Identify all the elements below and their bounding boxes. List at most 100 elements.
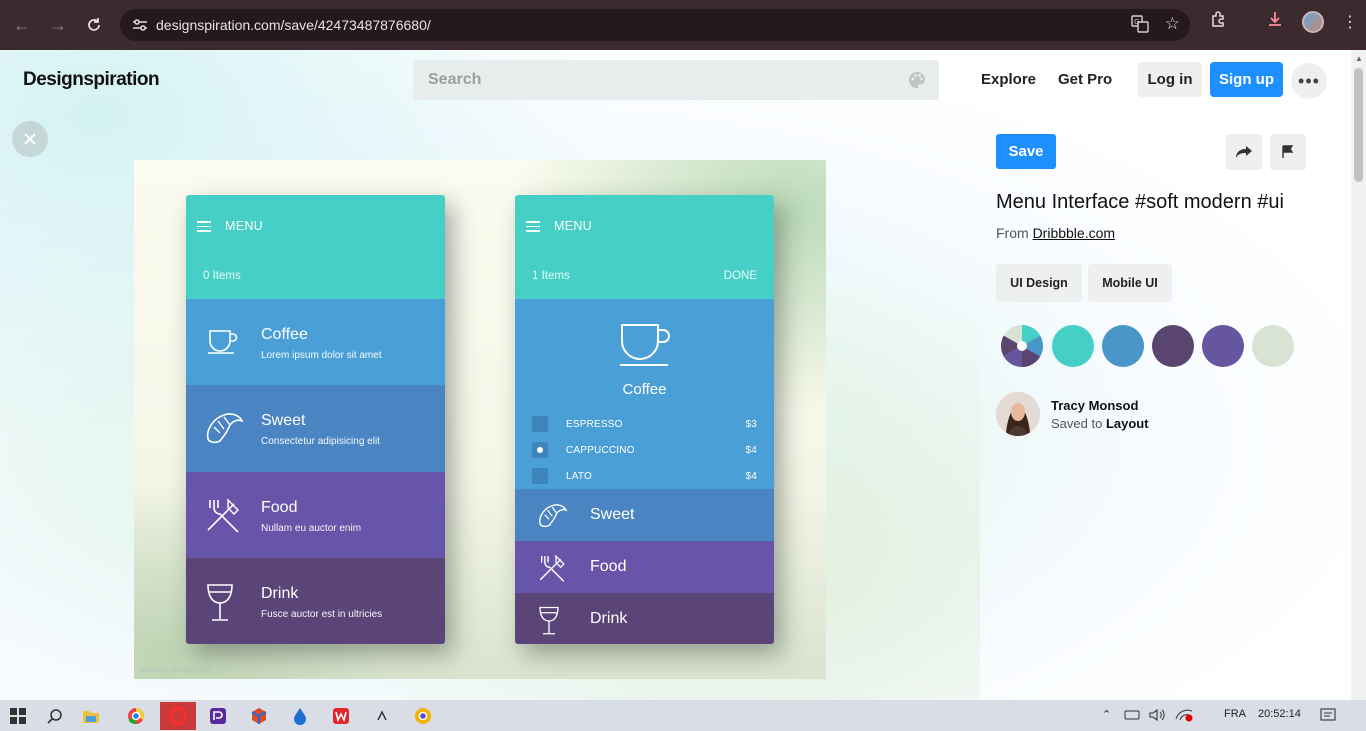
category-drink: Drink Fusce auctor est in ultricies [186,557,445,644]
app-small-icon[interactable] [371,705,393,727]
category-subtitle: Consectetur adipisicing elit [261,436,380,448]
share-button[interactable] [1226,134,1262,170]
chrome-canary-icon[interactable] [412,705,434,727]
source-link[interactable]: Dribbble.com [1033,225,1115,241]
right-phone-mockup: MENU 1 Items DONE Coffee ESPRESSO $3 CAP… [515,195,774,644]
address-bar[interactable]: designspiration.com/save/42473487876680/… [120,9,1190,41]
option-name: CAPPUCCINO [566,444,635,456]
back-arrow-icon[interactable]: ← [8,11,36,39]
color-swatch-plum[interactable] [1152,325,1194,367]
clock[interactable]: 20:52:14 [1258,708,1301,720]
tray-overflow-icon[interactable]: ⌃ [1102,708,1111,721]
option-checkbox [532,468,548,484]
scrollbar-thumb[interactable] [1354,68,1363,182]
option-row: LATO $4 [532,468,757,484]
app-cube-icon[interactable] [248,705,270,727]
category-subtitle: Fusce auctor est in ultricies [261,608,383,620]
search-bar[interactable] [413,60,939,100]
user-name[interactable]: Tracy Monsod [1051,398,1138,413]
keyboard-icon[interactable] [1124,708,1140,725]
flag-icon [1282,145,1294,158]
expanded-title: Coffee [622,381,667,398]
color-swatch-sage[interactable] [1252,325,1294,367]
save-button[interactable]: Save [996,134,1056,169]
fork-knife-icon [204,496,242,539]
fork-knife-icon [537,553,567,588]
bookmark-star-icon[interactable]: ☆ [1165,15,1180,38]
tag-ui-design[interactable]: UI Design [996,264,1082,302]
opera-icon[interactable] [160,702,196,730]
coffee-cup-icon [618,321,674,374]
report-button[interactable] [1270,134,1306,170]
tag-mobile-ui[interactable]: Mobile UI [1088,264,1172,302]
saved-to-line: Saved to Layout [1051,416,1149,431]
board-link[interactable]: Layout [1106,416,1149,431]
forward-arrow-icon[interactable]: → [44,11,72,39]
close-button[interactable] [12,121,48,157]
category-coffee: Coffee Lorem ipsum dolor sit amet [186,299,445,386]
category-title: Coffee [261,326,308,343]
volume-icon[interactable] [1149,708,1165,725]
user-avatar[interactable] [996,392,1040,436]
translate-icon[interactable]: G [1131,15,1149,38]
option-row: ESPRESSO $3 [532,416,757,432]
close-icon [24,133,36,145]
extensions-icon[interactable] [1210,10,1228,33]
signup-button[interactable]: Sign up [1210,62,1283,97]
nav-get-pro[interactable]: Get Pro [1058,71,1112,88]
from-label: From [996,225,1029,241]
more-dots-icon: ••• [1298,70,1320,91]
wps-office-icon[interactable] [330,705,352,727]
category-title: Sweet [261,412,306,430]
search-input[interactable] [428,71,888,89]
category-sweet: Sweet Consectetur adipisicing elit [186,385,445,472]
windows-taskbar: ⌃ FRA 20:52:14 [0,700,1366,731]
wine-glass-icon [204,582,236,629]
items-count: 0 Items [203,270,241,282]
url-text[interactable]: designspiration.com/save/42473487876680/ [156,17,431,33]
windows-start-icon[interactable] [7,705,29,727]
category-title: Sweet [590,506,635,523]
chrome-icon[interactable] [125,705,147,727]
color-wheel-swatch[interactable] [1000,325,1044,367]
browser-menu-icon[interactable]: ⋮ [1342,12,1358,32]
category-sweet: Sweet [515,489,774,541]
notifications-icon[interactable] [1320,707,1336,726]
color-palette-icon[interactable] [907,70,927,95]
croissant-icon [204,409,246,452]
login-button[interactable]: Log in [1138,62,1202,97]
category-title: Drink [590,610,628,627]
page-scrollbar[interactable]: ▲ [1351,50,1366,700]
profile-avatar[interactable] [1302,10,1324,33]
pin-image[interactable]: dribbble.com/galshir MENU 0 Items Coffee… [134,160,826,679]
app-purple-icon[interactable] [207,705,229,727]
download-icon[interactable] [1266,10,1284,33]
category-food: Food [515,541,774,593]
scroll-up-icon[interactable]: ▲ [1355,54,1363,63]
coffee-expanded-panel: Coffee ESPRESSO $3 CAPPUCCINO $4 LATO $4 [515,299,774,489]
file-explorer-icon[interactable] [80,705,102,727]
option-price: $4 [745,470,757,482]
color-swatch-teal[interactable] [1052,325,1094,367]
reload-icon[interactable] [80,11,108,39]
nav-explore[interactable]: Explore [981,71,1036,88]
phone-header: MENU 1 Items DONE [515,195,774,299]
pin-title: Menu Interface #soft modern #ui [996,191,1284,213]
more-options-button[interactable]: ••• [1291,63,1327,99]
app-drop-icon[interactable] [289,705,311,727]
hamburger-icon [526,218,540,235]
share-arrow-icon [1236,146,1252,158]
network-icon[interactable] [1175,708,1193,725]
saved-to-label: Saved to [1051,416,1103,431]
language-indicator[interactable]: FRA [1224,708,1246,720]
color-swatch-purple[interactable] [1202,325,1244,367]
croissant-icon [537,501,569,535]
option-name: LATO [566,470,592,482]
browser-toolbar: ← → designspiration.com/save/42473487876… [0,0,1366,50]
color-swatch-blue[interactable] [1102,325,1144,367]
site-settings-icon[interactable] [130,15,150,35]
coffee-cup-icon [204,323,240,364]
image-credit: dribbble.com/galshir [140,665,212,674]
site-logo[interactable]: Designspiration [23,69,160,91]
search-icon[interactable] [44,705,66,727]
